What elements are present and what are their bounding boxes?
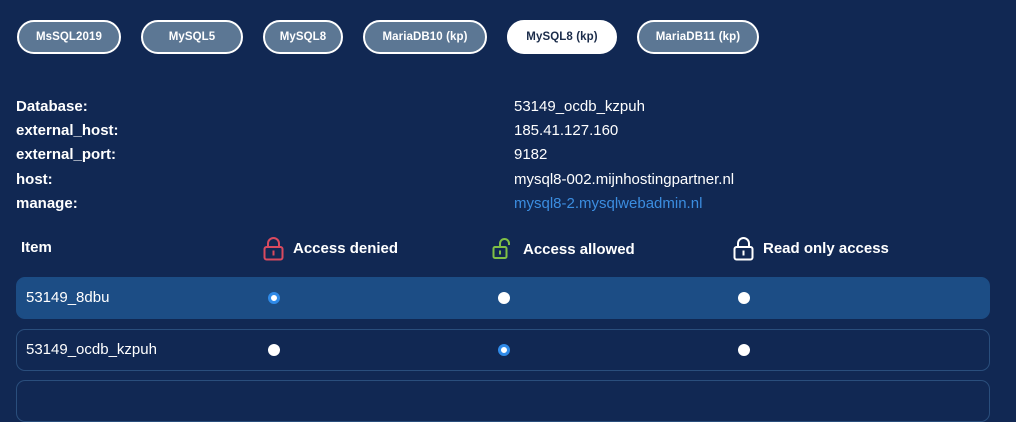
column-header-item-label: Item [21, 239, 52, 256]
row-item-name: 53149_8dbu [26, 289, 110, 306]
manage-label: manage: [16, 194, 78, 212]
tab-mariadb10-kp[interactable]: MariaDB10 (kp) [363, 20, 487, 54]
lock-closed-icon [263, 237, 284, 261]
external-host-label: external_host: [16, 122, 119, 140]
column-header-access-denied: Access denied [263, 236, 398, 261]
info-row-manage: manage: mysql8-2.mysqlwebadmin.nl [16, 193, 996, 217]
lock-closed-icon [733, 237, 754, 261]
host-label: host: [16, 170, 53, 188]
table-row: 53149_8dbu [16, 277, 990, 319]
manage-link[interactable]: mysql8-2.mysqlwebadmin.nl [514, 195, 702, 212]
column-header-access-allowed: Access allowed [492, 238, 635, 260]
info-row-external-host: external_host: 185.41.127.160 [16, 120, 996, 144]
tab-mysql5[interactable]: MySQL5 [141, 20, 243, 54]
radio-access-denied[interactable] [268, 344, 280, 356]
permissions-table-header: Item Access denied Access allowed Read o… [0, 232, 1016, 264]
lock-open-icon [492, 238, 510, 259]
radio-access-denied[interactable] [268, 292, 280, 304]
table-row: 53149_ocdb_kzpuh [16, 329, 990, 371]
column-header-access-allowed-label: Access allowed [523, 240, 635, 258]
external-port-label: external_port: [16, 146, 117, 164]
column-header-read-only: Read only access [733, 236, 889, 261]
radio-read-only[interactable] [738, 292, 750, 304]
tab-mysql8-kp[interactable]: MySQL8 (kp) [507, 20, 617, 54]
external-host-value: 185.41.127.160 [514, 122, 619, 140]
column-header-access-denied-label: Access denied [293, 240, 399, 257]
host-value: mysql8-002.mijnhostingpartner.nl [514, 170, 735, 188]
info-row-host: host: mysql8-002.mijnhostingpartner.nl [16, 169, 996, 193]
column-header-item: Item [21, 239, 52, 256]
database-value: 53149_ocdb_kzpuh [514, 98, 645, 115]
info-row-database: Database: 53149_ocdb_kzpuh [16, 96, 996, 120]
radio-access-allowed[interactable] [498, 292, 510, 304]
external-port-value: 9182 [514, 146, 548, 164]
database-tabs: MsSQL2019 MySQL5 MySQL8 MariaDB10 (kp) M… [17, 20, 779, 54]
row-item-name: 53149_ocdb_kzpuh [26, 341, 157, 358]
database-info: Database: 53149_ocdb_kzpuh external_host… [16, 96, 996, 217]
tab-mysql8[interactable]: MySQL8 [263, 20, 343, 54]
tab-mariadb11-kp[interactable]: MariaDB11 (kp) [637, 20, 759, 54]
table-row-partial [16, 380, 990, 422]
column-header-read-only-label: Read only access [763, 240, 889, 257]
info-row-external-port: external_port: 9182 [16, 144, 996, 168]
tab-mssql2019[interactable]: MsSQL2019 [17, 20, 121, 54]
radio-read-only[interactable] [738, 344, 750, 356]
database-label: Database: [16, 98, 88, 115]
radio-access-allowed[interactable] [498, 344, 510, 356]
